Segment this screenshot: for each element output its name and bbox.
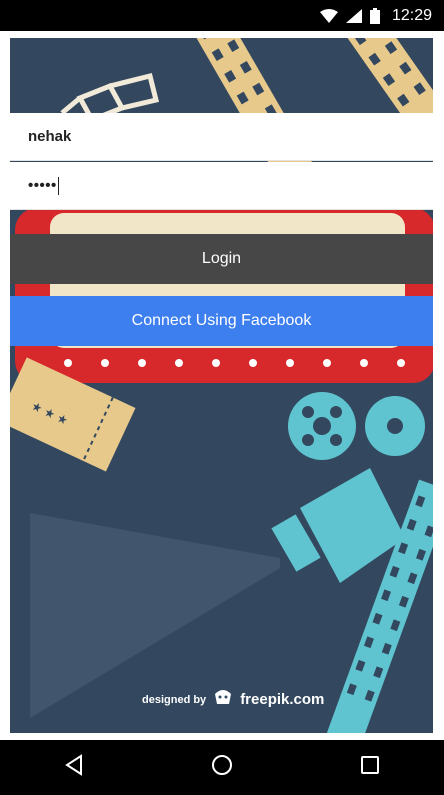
navigation-bar xyxy=(0,740,444,795)
freepik-logo-icon xyxy=(212,688,234,711)
password-value: ••••• xyxy=(28,177,57,194)
signal-icon xyxy=(345,8,362,23)
facebook-connect-button[interactable]: Connect Using Facebook xyxy=(10,296,433,346)
username-field[interactable]: nehak xyxy=(10,113,433,161)
designer-credit: designed by freepik.com xyxy=(142,688,324,711)
status-time: 12:29 xyxy=(391,6,432,24)
login-button-label: Login xyxy=(201,250,242,267)
facebook-button-label: Connect Using Facebook xyxy=(131,312,312,329)
status-icons: 12:29 xyxy=(319,0,432,31)
battery-icon xyxy=(369,7,380,24)
credit-brand: freepik.com xyxy=(240,691,325,708)
password-field[interactable]: ••••• xyxy=(10,162,433,210)
home-icon xyxy=(210,753,234,782)
back-button[interactable] xyxy=(44,740,104,795)
credit-prefix: designed by xyxy=(142,693,207,706)
wifi-icon xyxy=(319,8,338,23)
text-cursor xyxy=(57,176,59,195)
home-button[interactable] xyxy=(192,740,252,795)
login-button[interactable]: Login xyxy=(10,234,433,284)
status-bar: 12:29 xyxy=(0,0,444,31)
username-value: nehak xyxy=(28,128,72,145)
back-icon xyxy=(63,754,85,781)
recents-button[interactable] xyxy=(340,740,400,795)
recents-icon xyxy=(360,755,380,780)
